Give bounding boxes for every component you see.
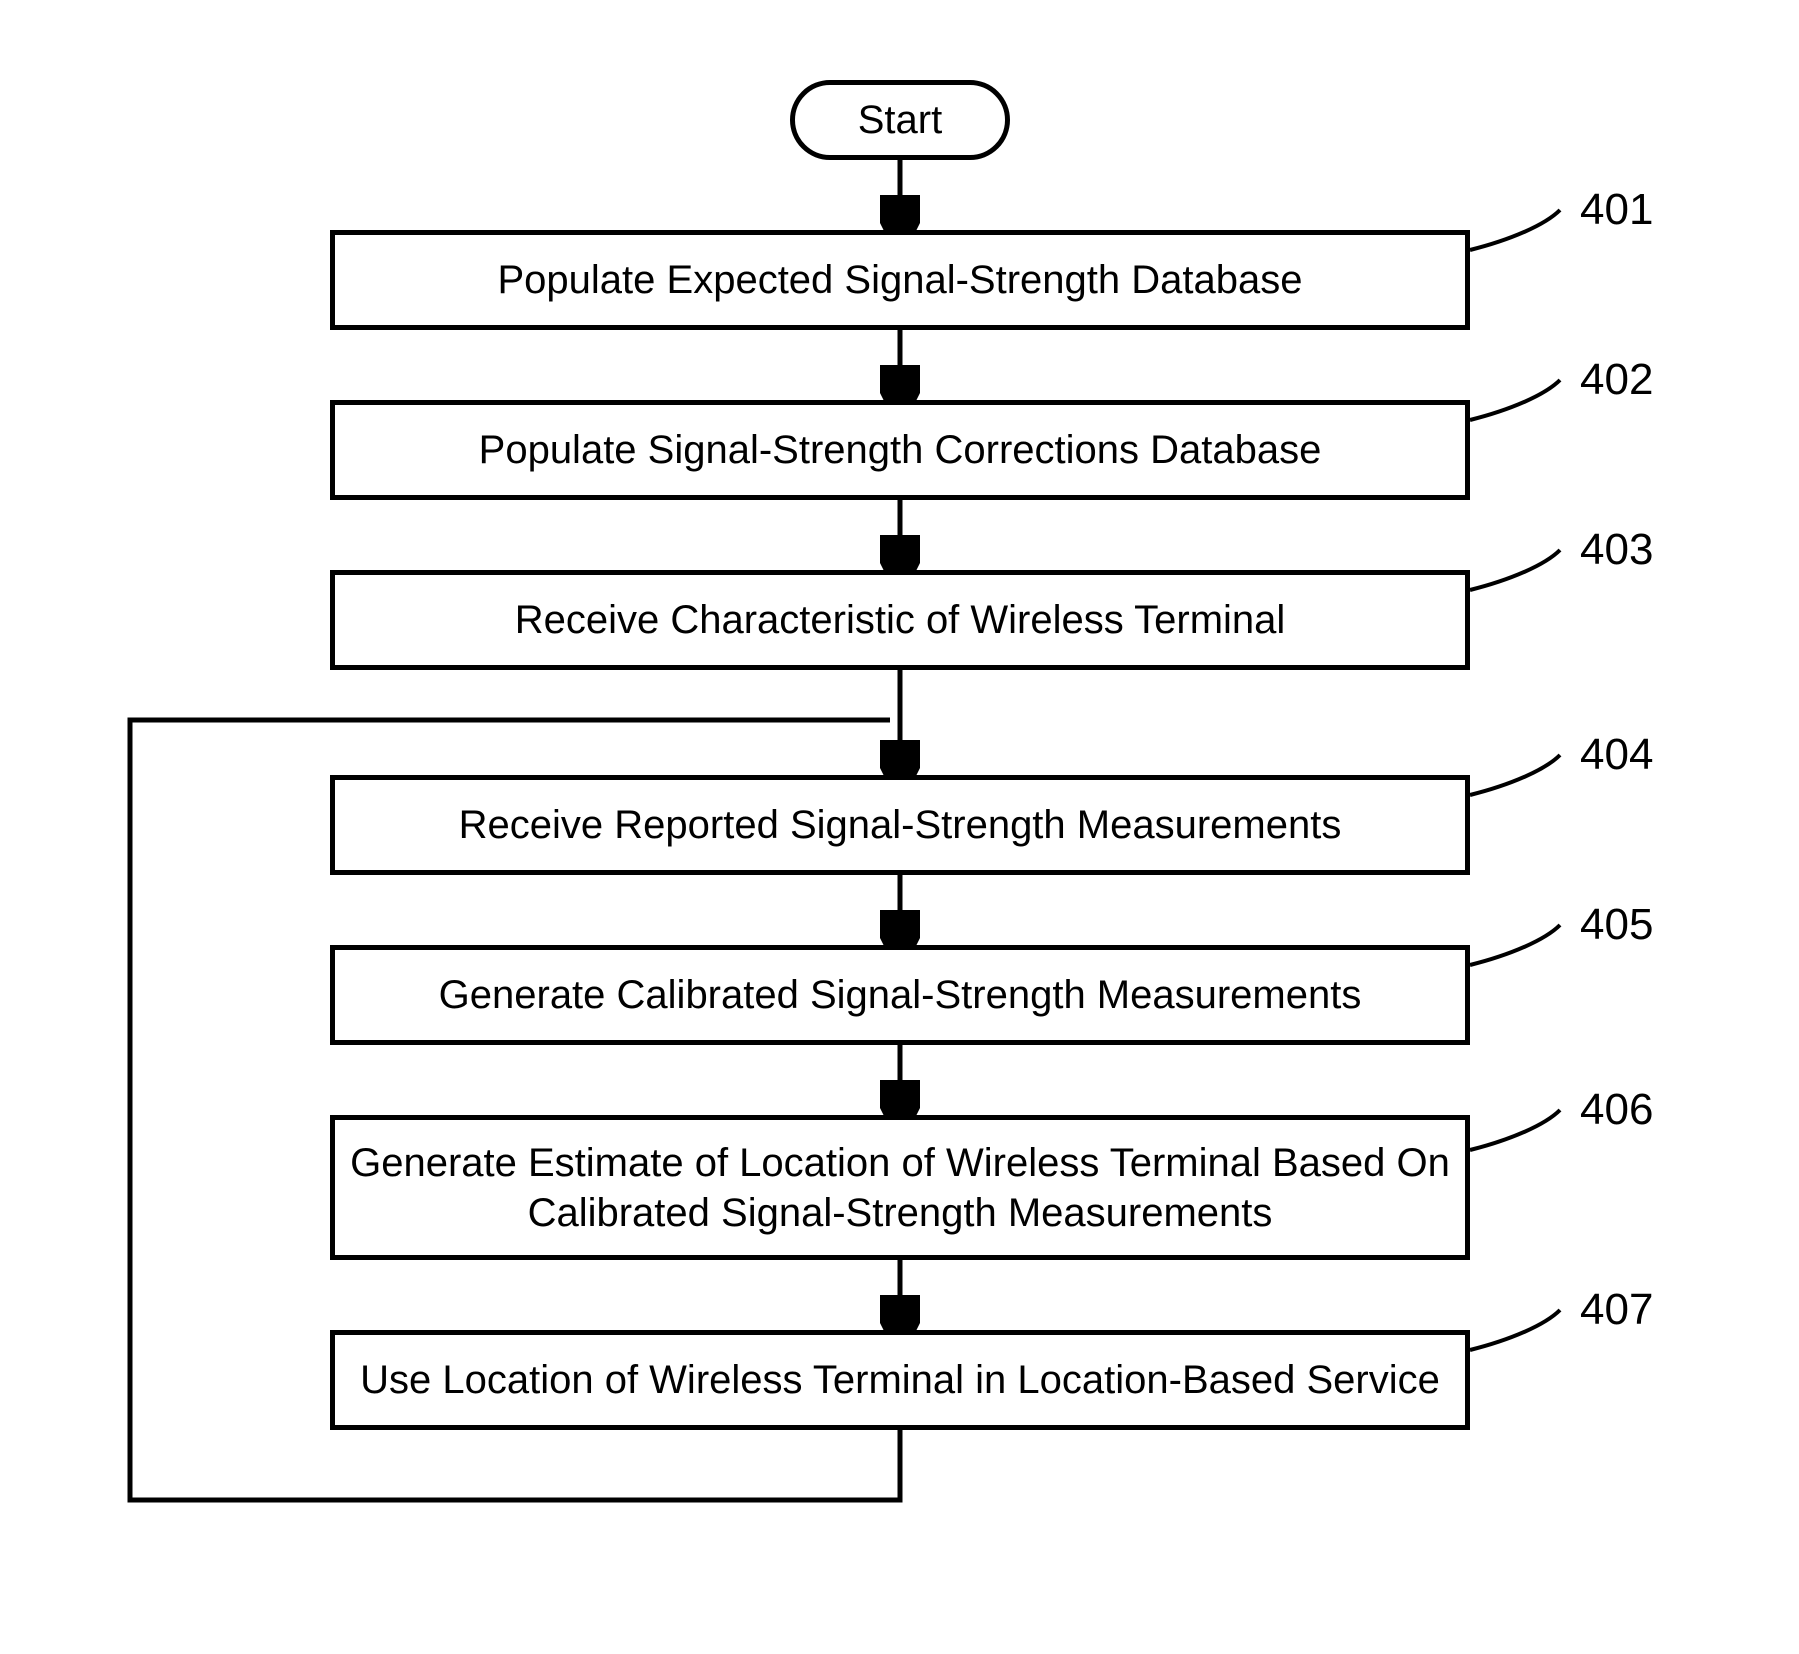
step-401: Populate Expected Signal-Strength Databa… (330, 230, 1470, 330)
step-401-text: Populate Expected Signal-Strength Databa… (498, 255, 1303, 305)
step-404: Receive Reported Signal-Strength Measure… (330, 775, 1470, 875)
start-terminator: Start (790, 80, 1010, 160)
step-407-text: Use Location of Wireless Terminal in Loc… (360, 1355, 1440, 1405)
step-403-id: 403 (1580, 525, 1653, 575)
step-406-id: 406 (1580, 1085, 1653, 1135)
step-406-text: Generate Estimate of Location of Wireles… (345, 1138, 1455, 1238)
step-404-text: Receive Reported Signal-Strength Measure… (459, 800, 1342, 850)
step-401-id: 401 (1580, 185, 1653, 235)
step-402-text: Populate Signal-Strength Corrections Dat… (479, 425, 1322, 475)
start-label: Start (858, 98, 942, 143)
step-404-id: 404 (1580, 730, 1653, 780)
step-405: Generate Calibrated Signal-Strength Meas… (330, 945, 1470, 1045)
step-402-id: 402 (1580, 355, 1653, 405)
step-405-text: Generate Calibrated Signal-Strength Meas… (439, 970, 1362, 1020)
step-403: Receive Characteristic of Wireless Termi… (330, 570, 1470, 670)
step-406: Generate Estimate of Location of Wireles… (330, 1115, 1470, 1260)
step-407-id: 407 (1580, 1285, 1653, 1335)
flowchart-canvas: Start Populate Expected Signal-Strength … (0, 0, 1799, 1654)
step-403-text: Receive Characteristic of Wireless Termi… (515, 595, 1286, 645)
step-407: Use Location of Wireless Terminal in Loc… (330, 1330, 1470, 1430)
step-405-id: 405 (1580, 900, 1653, 950)
step-402: Populate Signal-Strength Corrections Dat… (330, 400, 1470, 500)
